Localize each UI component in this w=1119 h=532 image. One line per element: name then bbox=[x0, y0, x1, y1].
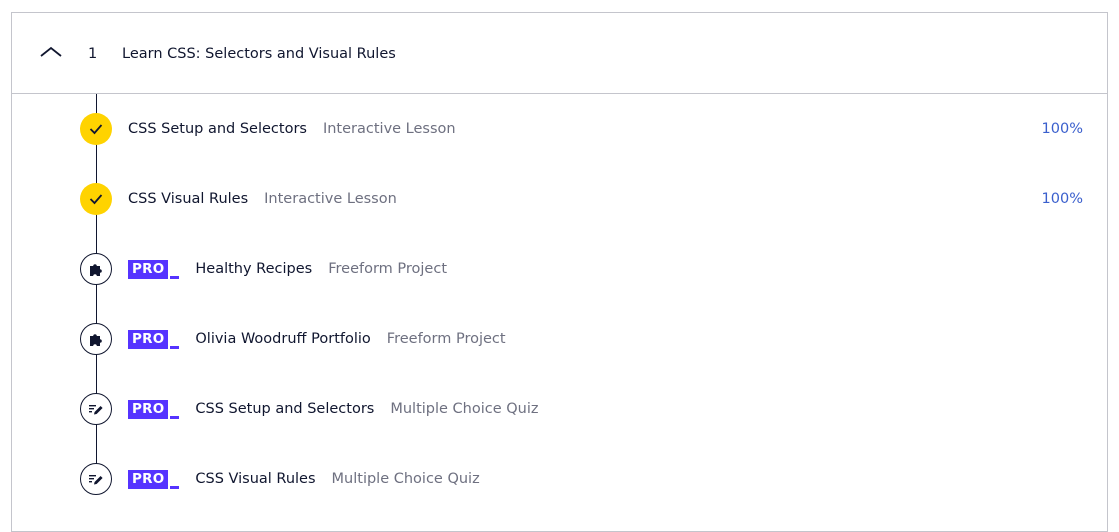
project-status bbox=[80, 323, 112, 355]
quiz-type: Multiple Choice Quiz bbox=[331, 471, 480, 487]
puzzle-icon bbox=[90, 264, 102, 276]
pro-cursor bbox=[170, 276, 180, 279]
project-row[interactable]: PRO Healthy Recipes Freeform Project bbox=[12, 234, 1107, 304]
pro-badge: PRO bbox=[128, 399, 180, 419]
lesson-type: Interactive Lesson bbox=[322, 121, 456, 137]
module-section: 1 Learn CSS: Selectors and Visual Rules … bbox=[11, 12, 1108, 532]
quiz-row[interactable]: PRO CSS Setup and Selectors Multiple Cho… bbox=[12, 374, 1107, 444]
quiz-status bbox=[80, 393, 112, 425]
chevron-up-icon[interactable] bbox=[40, 45, 62, 59]
lesson-title[interactable]: CSS Setup and Selectors bbox=[128, 119, 307, 139]
lesson-row[interactable]: CSS Visual Rules Interactive Lesson 100% bbox=[12, 164, 1107, 234]
project-row[interactable]: PRO Olivia Woodruff Portfolio Freeform P… bbox=[12, 304, 1107, 374]
quiz-info: PRO CSS Setup and Selectors Multiple Cho… bbox=[128, 399, 539, 419]
pro-badge: PRO bbox=[128, 329, 180, 349]
project-title[interactable]: Olivia Woodruff Portfolio bbox=[195, 329, 370, 349]
project-title[interactable]: Healthy Recipes bbox=[195, 259, 312, 279]
pro-badge: PRO bbox=[128, 259, 180, 279]
lesson-info: CSS Setup and Selectors Interactive Less… bbox=[128, 119, 456, 139]
quiz-pencil-icon bbox=[89, 475, 103, 485]
lesson-progress: 100% bbox=[1041, 121, 1083, 137]
quiz-type: Multiple Choice Quiz bbox=[390, 401, 539, 417]
quiz-status bbox=[80, 463, 112, 495]
lesson-info: CSS Visual Rules Interactive Lesson bbox=[128, 189, 397, 209]
pro-label: PRO bbox=[128, 330, 169, 349]
project-info: PRO Healthy Recipes Freeform Project bbox=[128, 259, 447, 279]
quiz-info: PRO CSS Visual Rules Multiple Choice Qui… bbox=[128, 469, 480, 489]
completed-status bbox=[80, 113, 112, 145]
quiz-row[interactable]: PRO CSS Visual Rules Multiple Choice Qui… bbox=[12, 444, 1107, 514]
module-header[interactable]: 1 Learn CSS: Selectors and Visual Rules bbox=[12, 13, 1107, 94]
pro-label: PRO bbox=[128, 470, 169, 489]
puzzle-icon bbox=[90, 334, 102, 346]
project-info: PRO Olivia Woodruff Portfolio Freeform P… bbox=[128, 329, 506, 349]
project-status bbox=[80, 253, 112, 285]
quiz-title[interactable]: CSS Setup and Selectors bbox=[195, 399, 374, 419]
check-icon bbox=[89, 194, 103, 205]
module-number: 1 bbox=[88, 46, 98, 62]
project-type: Freeform Project bbox=[328, 261, 448, 277]
lesson-progress: 100% bbox=[1041, 191, 1083, 207]
completed-status bbox=[80, 183, 112, 215]
lesson-type: Interactive Lesson bbox=[264, 191, 397, 207]
pro-label: PRO bbox=[128, 260, 169, 279]
lesson-title[interactable]: CSS Visual Rules bbox=[128, 189, 248, 209]
pro-badge: PRO bbox=[128, 469, 180, 489]
pro-cursor bbox=[170, 486, 180, 489]
lesson-row[interactable]: CSS Setup and Selectors Interactive Less… bbox=[12, 94, 1107, 164]
check-icon bbox=[89, 124, 103, 135]
pro-cursor bbox=[170, 416, 180, 419]
module-title[interactable]: Learn CSS: Selectors and Visual Rules bbox=[122, 44, 396, 64]
quiz-title[interactable]: CSS Visual Rules bbox=[195, 469, 315, 489]
quiz-pencil-icon bbox=[89, 405, 103, 415]
project-type: Freeform Project bbox=[386, 331, 506, 347]
pro-label: PRO bbox=[128, 400, 169, 419]
pro-cursor bbox=[170, 346, 180, 349]
